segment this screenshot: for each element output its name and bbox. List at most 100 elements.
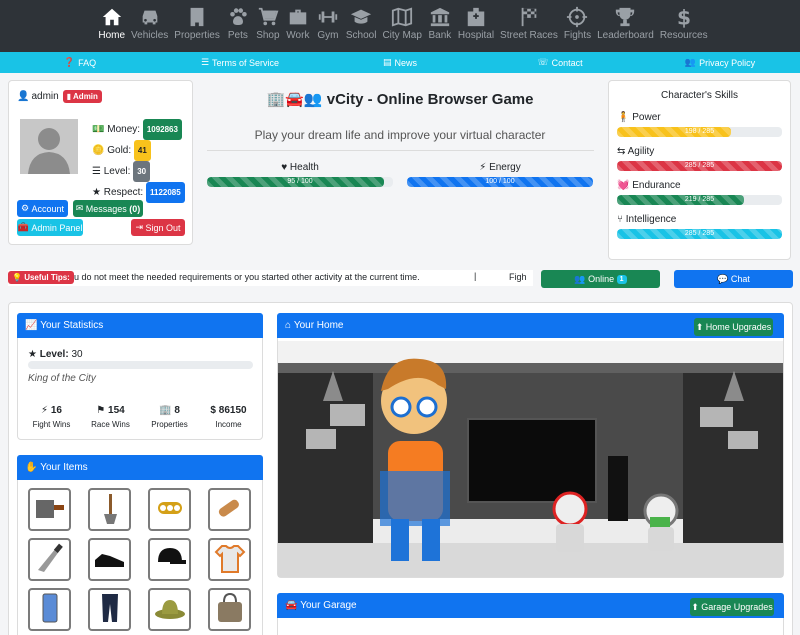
question-icon: ❓ — [63, 57, 76, 67]
tips-label: 💡 Useful Tips: — [8, 271, 74, 284]
stat-icon: 🏢 — [159, 405, 172, 416]
nav-bank[interactable]: Bank — [425, 0, 455, 52]
items-card: ✋ Your Items — [17, 455, 263, 635]
nav-shop[interactable]: Shop — [253, 0, 283, 52]
nav-pets[interactable]: Pets — [223, 0, 253, 52]
inventory-item[interactable] — [28, 538, 71, 581]
messages-button[interactable]: ✉ Messages (0) — [73, 200, 143, 217]
energy-label: ⚡ Energy — [479, 162, 521, 173]
nav-school[interactable]: School — [343, 0, 380, 52]
stats-row: ⚡ 16 Fight Wins ⚑ 154 Race Wins 🏢 8 Propertie… — [22, 405, 258, 429]
hospital-icon — [464, 6, 488, 30]
skills-card: Character's Skills 🧍 Power 198 / 285 ⇆ Agi… — [608, 80, 791, 260]
garage-upgrades-button[interactable]: ⬆ Garage Upgrades — [690, 598, 774, 616]
list-icon: ☰ — [200, 57, 210, 67]
sign-out-button[interactable]: ⇥ Sign Out — [131, 219, 185, 236]
building-icon: 🏢 — [266, 91, 286, 108]
nav-fights[interactable]: Fights — [561, 0, 594, 52]
energy-bar: 100 / 100 — [407, 177, 593, 187]
statistics-header: 📈 Your Statistics — [17, 313, 263, 338]
money-badge: 1092863 — [142, 119, 182, 140]
level-badge: 30 — [133, 161, 151, 182]
inventory-item[interactable] — [28, 488, 71, 531]
nav-label: Hospital — [457, 30, 495, 41]
online-count: 1 — [616, 274, 627, 284]
paw-icon — [226, 6, 250, 30]
contact-link[interactable]: ☏ Contact — [480, 52, 640, 73]
crosshair-icon — [565, 6, 589, 30]
dollar-icon: $ — [672, 5, 696, 30]
nav-label: Resources — [659, 30, 708, 41]
stats-rank: King of the City — [28, 373, 96, 384]
health-label: ♥ Health — [281, 162, 319, 173]
admin-panel-button[interactable]: 🧰 Admin Panel — [17, 219, 83, 236]
nav-resources[interactable]: $ Resources — [657, 0, 711, 52]
nav-label: Fights — [563, 30, 592, 41]
inventory-item[interactable] — [208, 538, 251, 581]
faq-link[interactable]: ❓ FAQ — [0, 52, 160, 73]
account-button[interactable]: ⚙ Account — [17, 200, 68, 217]
heart-icon: ♥ — [281, 162, 288, 173]
hat-icon — [152, 590, 188, 629]
stat-value-row: $ 86150 — [210, 405, 247, 416]
tips-bar: 💡 Useful Tips: u do not meet the needed … — [8, 270, 533, 286]
news-link[interactable]: ▤ News — [320, 52, 480, 73]
game-title: 🏢🚘👥 vCity - Online Browser Game — [266, 91, 534, 108]
health-value: 95 / 100 — [287, 178, 313, 185]
nav-street-races[interactable]: Street Races — [497, 0, 561, 52]
level-row: ☰ Level: 30 — [92, 161, 185, 182]
nav-vehicles[interactable]: Vehicles — [128, 0, 171, 52]
inventory-item[interactable] — [208, 488, 251, 531]
money-icon: 💵 — [92, 124, 105, 135]
terms-link[interactable]: ☰ Terms of Service — [160, 52, 320, 73]
inventory-item[interactable] — [28, 588, 71, 631]
nav-leaderboard[interactable]: Leaderboard — [594, 0, 657, 52]
skill-icon: 🧍 — [617, 112, 630, 123]
role-badge: ▮ Admin — [62, 90, 102, 103]
skill-intelligence-bar: 285 / 285 — [617, 229, 782, 239]
building-icon — [185, 6, 209, 30]
knife-icon — [32, 540, 68, 579]
gold-badge: 41 — [133, 140, 151, 161]
nav-gym[interactable]: Gym — [313, 0, 343, 52]
nav-hospital[interactable]: Hospital — [455, 0, 497, 52]
chat-button[interactable]: 💬 Chat — [674, 270, 793, 288]
money-row: 💵 Money: 1092863 — [92, 119, 185, 140]
cart-icon — [256, 6, 280, 30]
trophy-icon — [613, 6, 637, 30]
dumbbell-icon — [316, 6, 340, 30]
home-upgrades-button[interactable]: ⬆ Home Upgrades — [694, 318, 773, 336]
inventory-item[interactable] — [88, 538, 131, 581]
arrow-up-icon: ⬆ — [695, 321, 704, 332]
nav-properties[interactable]: Properties — [171, 0, 223, 52]
inventory-item[interactable] — [88, 488, 131, 531]
car-icon: 🚘 — [285, 91, 304, 108]
nav-work[interactable]: Work — [283, 0, 313, 52]
coins-icon: 🪙 — [92, 145, 105, 156]
inventory-item[interactable] — [208, 588, 251, 631]
profile-header: 👤 admin ▮ Admin — [17, 90, 102, 103]
stats-level-bar — [28, 361, 253, 369]
nav-city-map[interactable]: City Map — [379, 0, 424, 52]
users-icon: 👥 — [303, 91, 323, 108]
inventory-item[interactable] — [88, 588, 131, 631]
skill-icon: ⑂ — [617, 214, 623, 225]
profile-stats: 💵 Money: 1092863 🪙 Gold: 41 ☰ Level: 30 … — [92, 119, 185, 203]
nav-home[interactable]: Home — [95, 0, 128, 52]
stat-value-row: 🏢 8 — [159, 405, 180, 416]
skill-value: 219 / 285 — [684, 196, 715, 203]
divider — [207, 150, 594, 151]
skill-agility-label: ⇆ Agility — [617, 146, 655, 157]
inventory-item[interactable] — [148, 588, 191, 631]
nav-label: Leaderboard — [597, 30, 654, 41]
nav-label: Pets — [227, 30, 248, 41]
online-button[interactable]: 👥 Online 1 — [541, 270, 660, 288]
inventory-item[interactable] — [148, 538, 191, 581]
skill-agility-bar: 285 / 285 — [617, 161, 782, 171]
star-icon: ★ — [28, 349, 37, 360]
inventory-item[interactable] — [148, 488, 191, 531]
skill-icon: 💓 — [617, 180, 630, 191]
statistics-card: 📈 Your Statistics ★ Level: 30 King of th… — [17, 313, 263, 440]
privacy-link[interactable]: 👥 Privacy Policy — [640, 52, 800, 73]
stat-label: Fight Wins — [32, 420, 71, 429]
